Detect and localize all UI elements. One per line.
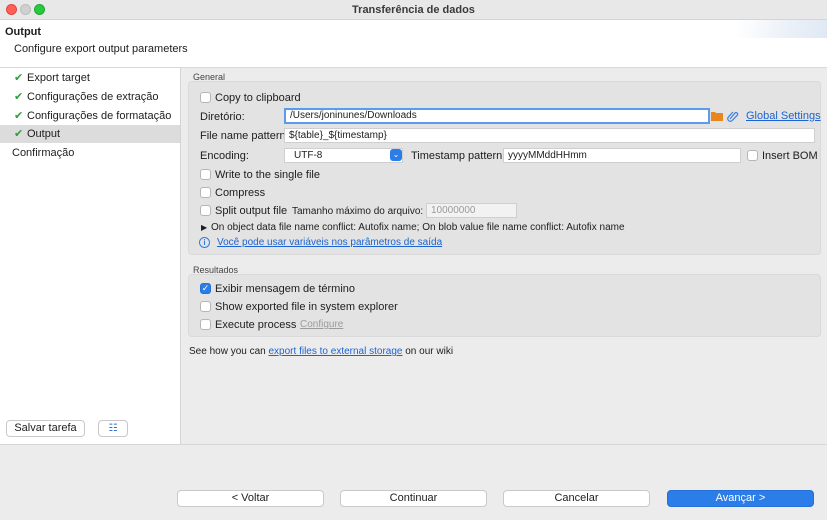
maximize-window-button[interactable]: [34, 4, 45, 15]
expand-arrow-icon[interactable]: ▶: [201, 223, 207, 232]
next-button[interactable]: Avançar >: [667, 490, 814, 507]
file-name-pattern-input[interactable]: ${table}_${timestamp}: [284, 128, 815, 143]
show-in-explorer-checkbox[interactable]: [200, 301, 211, 312]
max-file-size-input[interactable]: 10000000: [426, 203, 517, 218]
checkmark-icon: ✔: [14, 91, 24, 103]
execute-process-checkbox[interactable]: [200, 319, 211, 330]
encoding-label: Encoding:: [200, 150, 249, 162]
global-settings-link[interactable]: Global Settings: [746, 110, 821, 122]
encoding-value: UTF-8: [294, 150, 323, 161]
results-group: ✓ Exibir mensagem de término Show export…: [188, 274, 821, 337]
sidebar-item-label: Output: [27, 128, 61, 140]
page-subtitle: Configure export output parameters: [14, 43, 188, 55]
show-message-label: Exibir mensagem de término: [215, 283, 356, 295]
insert-bom-checkbox[interactable]: [747, 150, 758, 161]
external-storage-link[interactable]: export files to external storage: [269, 346, 403, 357]
wizard-sidebar: ✔ Export target ✔ Configurações de extraçã…: [0, 68, 181, 444]
max-file-size-label: Tamanho máximo do arquivo:: [292, 206, 424, 217]
general-group: Copy to clipboard Diretório: /Users/joni…: [188, 81, 821, 255]
insert-bom-label: Insert BOM: [762, 150, 818, 162]
encoding-select[interactable]: UTF-8: [284, 148, 403, 163]
execute-process-label: Execute process: [215, 319, 297, 331]
sidebar-item-format-settings[interactable]: ✔ Configurações de formatação: [0, 107, 180, 125]
file-name-pattern-label: File name pattern:: [200, 130, 289, 142]
wiki-hint-suffix: on our wiki: [402, 346, 454, 357]
show-message-checkbox[interactable]: ✓: [200, 283, 211, 294]
copy-to-clipboard-checkbox[interactable]: [200, 92, 211, 103]
sidebar-item-label: Configurações de formatação: [27, 110, 172, 122]
sidebar-item-confirmation[interactable]: Confirmação: [0, 144, 180, 162]
paperclip-icon[interactable]: [727, 110, 739, 122]
conflict-settings-text[interactable]: On object data file name conflict: Autof…: [211, 222, 625, 233]
wizard-footer: < Voltar Continuar Cancelar Avançar >: [0, 444, 827, 520]
sidebar-item-label: Confirmação: [12, 147, 75, 159]
timestamp-pattern-label: Timestamp pattern:: [411, 150, 506, 162]
show-in-explorer-label: Show exported file in system explorer: [215, 301, 398, 313]
back-button[interactable]: < Voltar: [177, 490, 324, 507]
directory-label: Diretório:: [200, 111, 245, 123]
minimize-window-button[interactable]: [20, 4, 31, 15]
write-single-file-checkbox[interactable]: [200, 169, 211, 180]
page-header: Output Configure export output parameter…: [0, 20, 827, 68]
folder-icon[interactable]: [711, 111, 723, 121]
info-icon: i: [199, 237, 210, 248]
copy-to-clipboard-label: Copy to clipboard: [215, 92, 301, 104]
compress-checkbox[interactable]: [200, 187, 211, 198]
sidebar-item-label: Export target: [27, 72, 90, 84]
configure-link[interactable]: Configure: [300, 319, 343, 330]
split-output-label: Split output file: [215, 205, 288, 217]
chevron-down-icon[interactable]: ⌄: [390, 149, 402, 161]
compress-label: Compress: [215, 187, 266, 199]
window-title: Transferência de dados: [352, 4, 475, 16]
write-single-file-label: Write to the single file: [215, 169, 320, 181]
checkmark-icon: ✔: [14, 72, 24, 84]
checkmark-icon: ✔: [14, 110, 24, 122]
close-window-button[interactable]: [6, 4, 17, 15]
window-titlebar: Transferência de dados: [0, 0, 827, 20]
directory-input[interactable]: /Users/joninunes/Downloads: [284, 108, 710, 124]
checkmark-icon: ✔: [14, 128, 24, 140]
sidebar-item-export-target[interactable]: ✔ Export target: [0, 69, 180, 87]
timestamp-pattern-input[interactable]: yyyyMMddHHmm: [503, 148, 741, 163]
page-title: Output: [5, 26, 42, 38]
split-output-checkbox[interactable]: [200, 205, 211, 216]
continue-button[interactable]: Continuar: [340, 490, 487, 507]
variables-help-link[interactable]: Você pode usar variáveis nos parâmetros …: [217, 237, 442, 248]
save-task-button[interactable]: Salvar tarefa: [6, 420, 85, 437]
sidebar-item-label: Configurações de extração: [27, 91, 159, 103]
cancel-button[interactable]: Cancelar: [503, 490, 650, 507]
sitemap-icon[interactable]: ☷: [98, 420, 128, 437]
wiki-hint: See how you can export files to external…: [189, 346, 453, 357]
sidebar-item-output[interactable]: ✔ Output: [0, 125, 180, 143]
header-banner: [737, 20, 827, 38]
main-panel: General Copy to clipboard Diretório: /Us…: [182, 68, 827, 444]
sidebar-item-extraction-settings[interactable]: ✔ Configurações de extração: [0, 88, 180, 106]
wiki-hint-prefix: See how you can: [189, 346, 269, 357]
